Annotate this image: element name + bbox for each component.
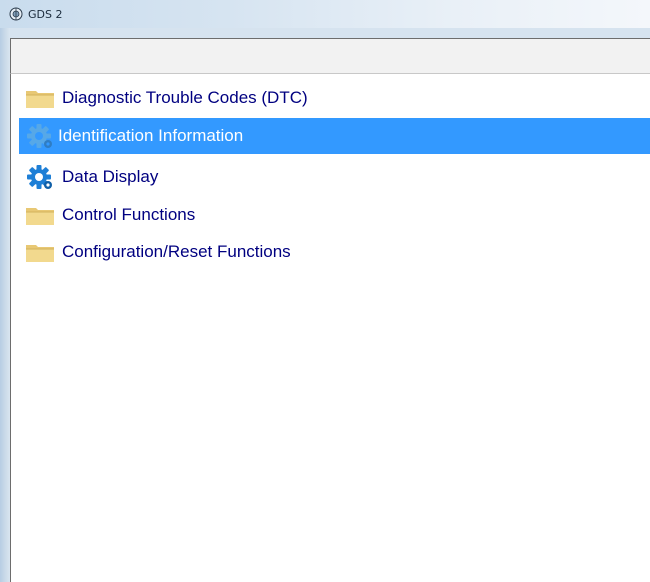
window-frame-top — [10, 28, 650, 38]
gear-icon — [25, 123, 55, 149]
window-title: GDS 2 — [28, 7, 63, 21]
folder-icon — [25, 239, 55, 265]
menu-item-data-display[interactable]: Data Display — [25, 159, 650, 195]
menu-item-label: Control Functions — [62, 205, 196, 224]
menu-item-label: Data Display — [62, 167, 159, 186]
menu-list-panel: Diagnostic Trouble Codes (DTC) Identific… — [10, 74, 650, 582]
folder-icon — [25, 85, 55, 111]
menu-item-label: Diagnostic Trouble Codes (DTC) — [62, 88, 308, 107]
menu-item-control-functions[interactable]: Control Functions — [25, 197, 650, 233]
window-frame-left — [0, 28, 10, 582]
title-bar[interactable]: GDS 2 — [0, 0, 650, 28]
gear-icon — [25, 164, 55, 190]
menu-item-label: Identification Information — [58, 126, 244, 145]
menu-item-label: Configuration/Reset Functions — [62, 242, 291, 261]
menu-item-identification-information[interactable]: Identification Information — [19, 118, 650, 154]
gds2-window: GDS 2 Diagnostic Trouble Codes (DTC) Ide… — [0, 0, 650, 582]
app-icon — [9, 7, 23, 21]
folder-icon — [25, 202, 55, 228]
menu-item-configuration-reset-functions[interactable]: Configuration/Reset Functions — [25, 234, 650, 270]
menu-item-dtc[interactable]: Diagnostic Trouble Codes (DTC) — [25, 80, 650, 116]
toolbar-strip — [10, 38, 650, 74]
